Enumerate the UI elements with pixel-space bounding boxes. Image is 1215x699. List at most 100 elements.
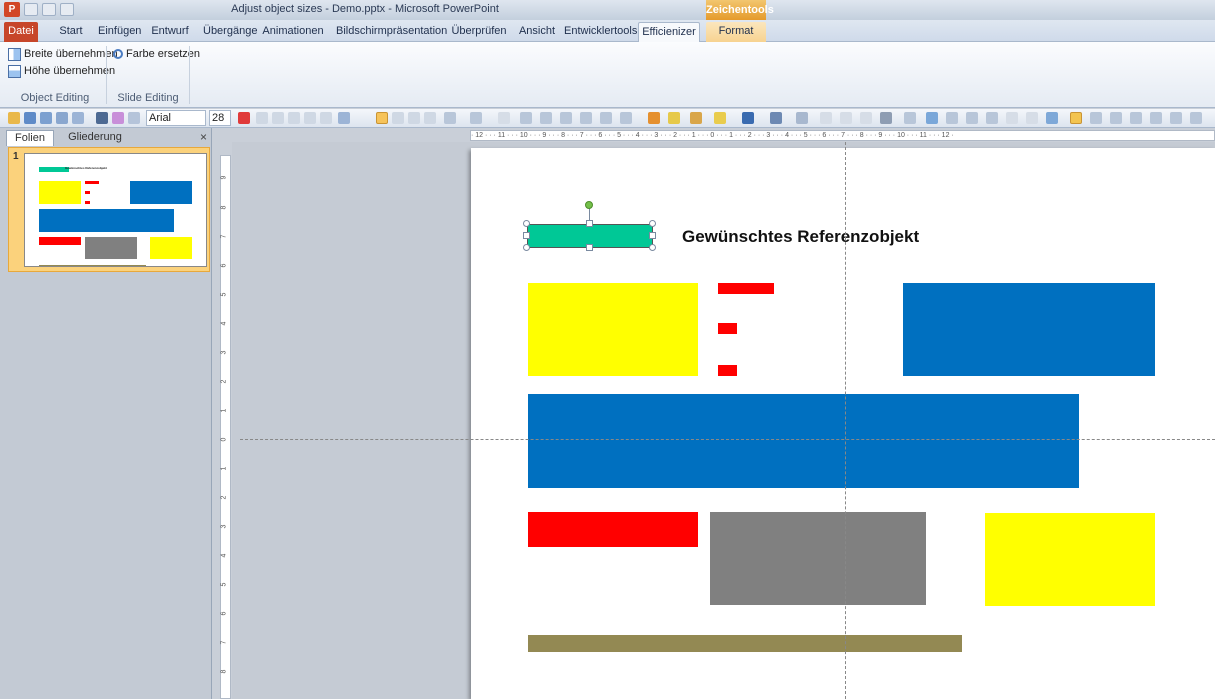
superscript-icon[interactable] [288,112,300,124]
numbering-icon[interactable] [320,112,332,124]
connector-icon[interactable] [840,112,852,124]
tab-entwurf[interactable]: Entwurf [150,22,190,42]
elbow-icon[interactable] [860,112,872,124]
print-icon[interactable] [40,112,52,124]
slide-thumbnail-1[interactable]: 1 Gewünschtes Referenzobjekt [8,147,210,272]
horizontal-guide[interactable] [240,439,1215,440]
crop-icon[interactable] [986,112,998,124]
tab-ansicht[interactable]: Ansicht [515,22,559,42]
select-pane-icon[interactable] [1026,112,1038,124]
group-label-slide-editing: Slide Editing [117,92,179,104]
tab-datei[interactable]: Datei [4,22,38,42]
resize-handle[interactable] [523,244,530,251]
tab-format[interactable]: Format [706,22,766,42]
rotate-icon[interactable] [648,112,660,124]
align-right-icon[interactable] [408,112,420,124]
tab-start[interactable]: Start [56,22,86,42]
align-middle-icon[interactable] [560,112,572,124]
grid-icon[interactable] [1090,112,1102,124]
line-draw-icon[interactable] [820,112,832,124]
tab-entwicklertools[interactable]: Entwicklertools [564,22,637,42]
freeform-icon[interactable] [880,112,892,124]
layout-icon[interactable] [56,112,68,124]
red-rectangle[interactable] [528,512,698,547]
highlight-icon[interactable] [714,112,726,124]
spelling-icon[interactable] [128,112,140,124]
ribbon-efficienizer: Breite übernehmen Höhe übernehmen Farbe … [0,42,1215,108]
arrow-style-icon[interactable] [796,112,808,124]
tab-animationen[interactable]: Animationen [260,22,326,42]
line-style-icon[interactable] [742,112,754,124]
tab-gliederung[interactable]: Gliederung [60,130,130,146]
selection-active-icon[interactable] [1070,112,1082,124]
tab-efficienizer[interactable]: Efficienizer [638,22,700,43]
resize-handle[interactable] [649,232,656,239]
tab-ueberpruefen[interactable]: Überprüfen [449,22,509,42]
rotation-handle[interactable] [585,201,593,209]
font-color-icon[interactable] [238,112,250,124]
open-icon[interactable] [8,112,20,124]
arrange-icon[interactable] [470,112,482,124]
align-center-icon[interactable] [392,112,404,124]
subscript-icon[interactable] [272,112,284,124]
font-name-select[interactable]: Arial [146,110,206,126]
omega-icon[interactable] [256,112,268,124]
pen-icon[interactable] [1006,112,1018,124]
edit-points-icon[interactable] [904,112,916,124]
more-tools-icon[interactable] [1190,112,1202,124]
breite-uebernehmen-button[interactable]: Breite übernehmen [8,46,118,62]
tab-bildschirmpraesentation[interactable]: Bildschirmpräsentation [336,22,447,42]
ungroup-icon[interactable] [620,112,632,124]
send-back-icon[interactable] [946,112,958,124]
olive-bar[interactable] [528,635,962,652]
resize-handle[interactable] [523,232,530,239]
farbe-ersetzen-button[interactable]: Farbe ersetzen [113,46,200,62]
resize-handle[interactable] [523,220,530,227]
bullets-icon[interactable] [304,112,316,124]
resize-handle[interactable] [649,220,656,227]
table-grid-icon[interactable] [1130,112,1142,124]
align-left-icon[interactable] [376,112,388,124]
hoehe-uebernehmen-button[interactable]: Höhe übernehmen [8,63,115,79]
tab-folien[interactable]: Folien [6,130,54,146]
red-rectangle[interactable] [718,323,737,334]
vertical-guide[interactable] [845,142,846,699]
brush-icon[interactable] [112,112,124,124]
yellow-rectangle[interactable] [985,513,1155,606]
save-icon[interactable] [24,112,36,124]
table-icon[interactable] [72,112,84,124]
yellow-rectangle[interactable] [528,283,698,376]
align-top-icon[interactable] [540,112,552,124]
shape-outline-icon[interactable] [690,112,702,124]
group-icon[interactable] [600,112,612,124]
distribute-icon[interactable] [498,112,510,124]
blue-rectangle[interactable] [903,283,1155,376]
indent-icon[interactable] [338,112,350,124]
shape-tools-icon[interactable] [444,112,456,124]
bring-front-icon[interactable] [966,112,978,124]
tab-einfuegen[interactable]: Einfügen [98,22,141,42]
guides-icon[interactable] [1110,112,1122,124]
font-size-select[interactable]: 28 [209,110,231,126]
chart-icon[interactable] [1150,112,1162,124]
shape-fill-icon[interactable] [668,112,680,124]
close-icon[interactable]: × [200,130,207,144]
tab-uebergaenge[interactable]: Übergänge [203,22,257,42]
gray-rectangle[interactable] [710,512,926,605]
flip-icon[interactable] [926,112,938,124]
dash-style-icon[interactable] [770,112,782,124]
align-bottom-icon[interactable] [580,112,592,124]
align-objects-icon[interactable] [520,112,532,124]
red-rectangle[interactable] [718,283,774,294]
line-icon[interactable] [96,112,108,124]
blue-wide-rectangle[interactable] [528,394,1079,488]
red-rectangle[interactable] [718,365,737,376]
picture-icon[interactable] [1046,112,1058,124]
justify-icon[interactable] [424,112,436,124]
resize-handle[interactable] [586,220,593,227]
resize-handle[interactable] [586,244,593,251]
slide-title[interactable]: Gewünschtes Referenzobjekt [682,227,919,247]
smartart-icon[interactable] [1170,112,1182,124]
thumb-title: Gewünschtes Referenzobjekt [65,166,107,170]
resize-handle[interactable] [649,244,656,251]
